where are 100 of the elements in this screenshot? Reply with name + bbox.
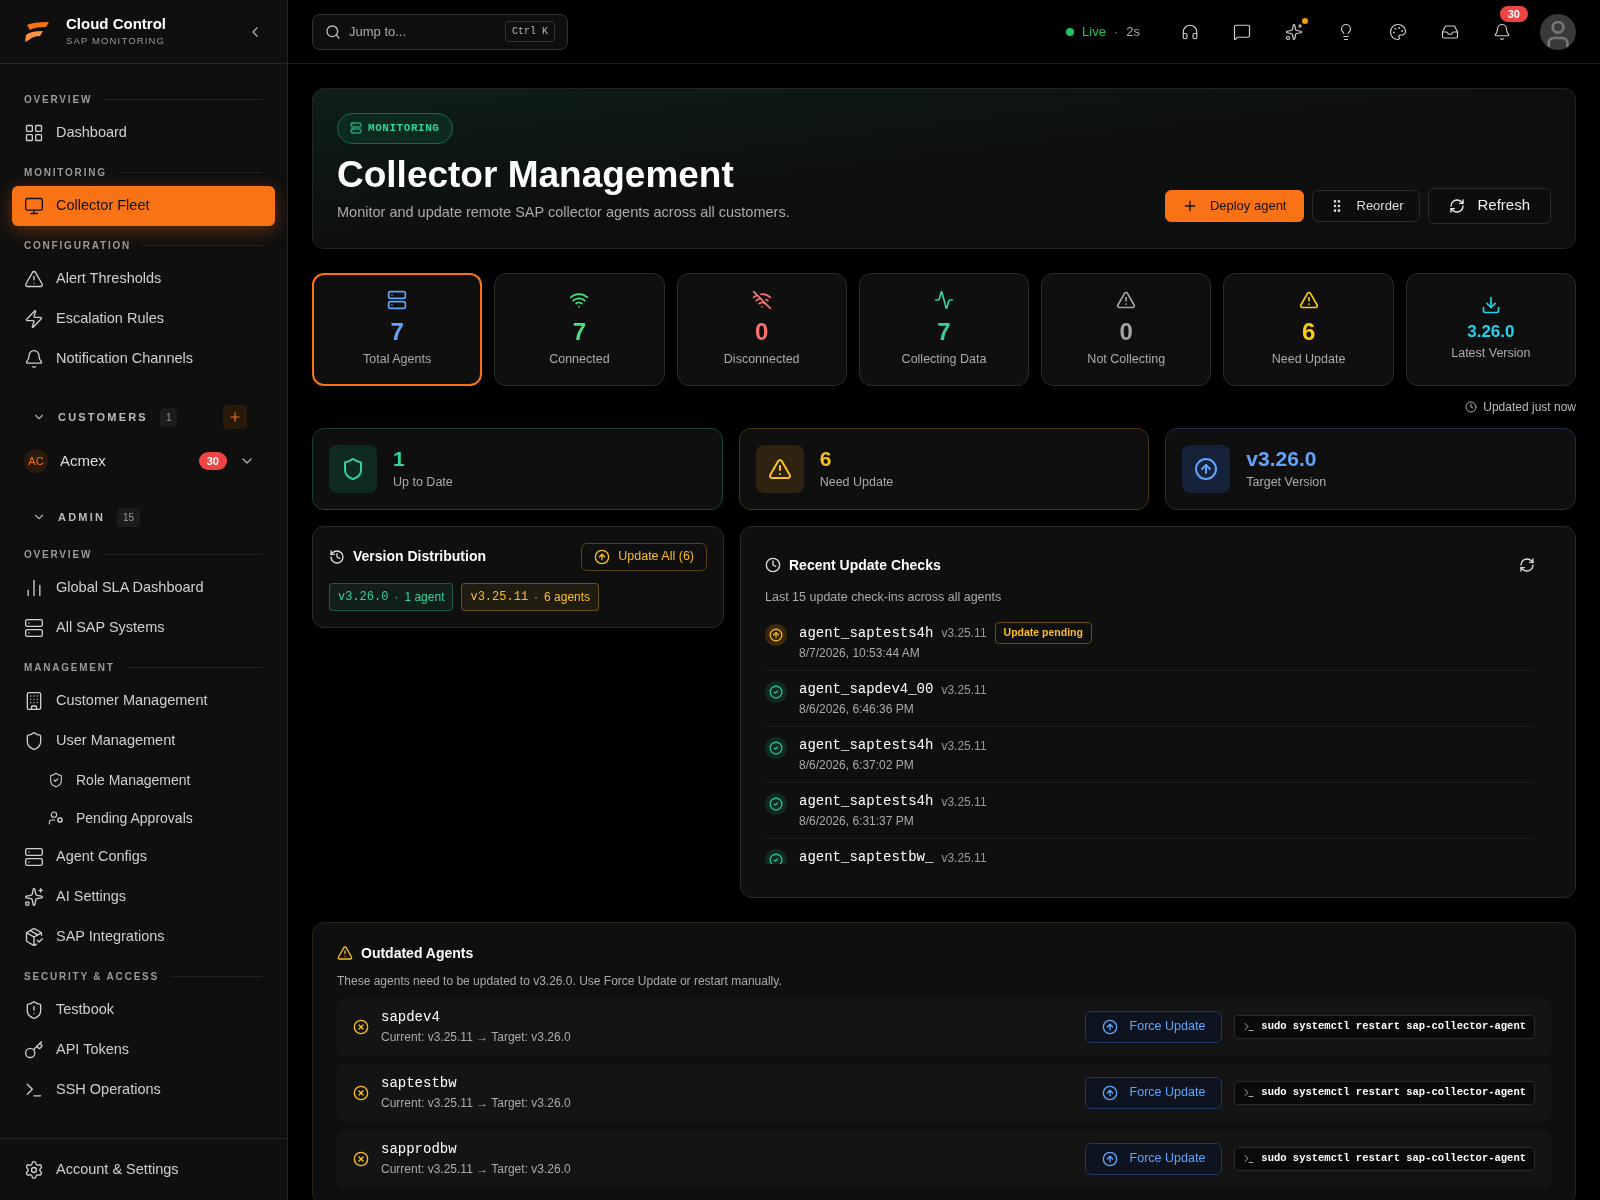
customer-item[interactable]: AC Acmex 30 (0, 439, 287, 483)
check-time: 8/7/2026, 10:53:44 AM (799, 645, 921, 662)
command-snippet: sudo systemctl restart sap-collector-agent (1234, 1014, 1535, 1039)
command-snippet: sudo systemctl restart sap-collector-agent (1234, 1146, 1535, 1171)
building-icon (24, 691, 44, 711)
add-button[interactable] (223, 405, 247, 429)
agent-name: sapdev4 (381, 1008, 441, 1027)
group-label: ADMIN (58, 509, 106, 525)
nav-item[interactable]: SSH Operations (12, 1070, 275, 1110)
section-label: CONFIGURATION (24, 239, 132, 253)
agent-version: v3.25.11 (941, 849, 987, 865)
refresh-icon (1449, 197, 1466, 214)
summary-value: 6 (819, 446, 833, 473)
force-update-button[interactable]: Force Update (1084, 1076, 1223, 1109)
stat-card[interactable]: 7 Collecting Data (858, 272, 1030, 386)
refresh-button[interactable]: Refresh (1428, 187, 1551, 224)
user-avatar[interactable] (1540, 13, 1576, 50)
deploy-button[interactable]: Deploy agent (1164, 189, 1304, 222)
stat-card[interactable]: 7 Total Agents (312, 272, 483, 386)
wifi-off-icon (751, 289, 772, 310)
avatar-initials: AC (24, 449, 48, 473)
section-label: MONITORING (24, 166, 107, 180)
error-icon (353, 1018, 369, 1035)
settings-icon (24, 1159, 44, 1180)
stat-value: 3.26.0 (1467, 320, 1515, 343)
stat-card[interactable]: 7 Connected (494, 272, 665, 386)
version-detail: Current: v3.25.11 → Target: v3.26.0 (381, 1161, 572, 1178)
arrow-up-circle-icon (594, 548, 611, 565)
settings-link[interactable]: Account & Settings (12, 1158, 191, 1181)
page-subtitle: Monitor and update remote SAP collector agents across all customers. (337, 202, 791, 222)
stat-card[interactable]: 0 Disconnected (676, 272, 847, 386)
stat-label: Need Update (1271, 350, 1346, 368)
count-badge: 15 (117, 507, 141, 527)
nav-item[interactable]: Testbook (12, 990, 275, 1030)
force-update-button[interactable]: Force Update (1084, 1010, 1223, 1043)
card-subtitle: These agents need to be updated to v3.26.0. Use Force Update or restart manually. (337, 972, 783, 990)
reorder-button[interactable]: Reorder (1311, 189, 1421, 222)
update-all-button[interactable]: Update All (6) (581, 542, 707, 571)
agent-version: v3.25.11 (941, 625, 987, 643)
server-icon (387, 289, 408, 310)
warning-icon (1298, 289, 1319, 310)
force-update-button[interactable]: Force Update (1084, 1142, 1223, 1175)
arrow-up-circle-icon (1101, 1084, 1118, 1101)
nav-item[interactable]: Role Management (12, 761, 275, 799)
agent-name: agent_saptests4h (799, 623, 934, 643)
nav-item[interactable]: SAP Integrations (12, 917, 275, 957)
shield-icon (24, 731, 44, 751)
stat-card[interactable]: 3.26.0 Latest Version (1405, 272, 1576, 386)
nav-item[interactable]: Pending Approvals (12, 799, 275, 837)
stat-card[interactable]: 0 Not Collecting (1041, 272, 1212, 386)
stat-value: 7 (390, 316, 404, 347)
sparkles-icon (1285, 22, 1303, 41)
headphones-icon (1181, 22, 1199, 41)
card-title: Recent Update Checks (789, 555, 942, 575)
section-badge: MONITORING (337, 113, 453, 144)
nav-item[interactable]: Alert Thresholds (12, 259, 275, 299)
error-icon (353, 1150, 369, 1167)
search-input[interactable]: Jump to... (349, 21, 497, 42)
arrow-up-circle-icon (1101, 1018, 1118, 1035)
stat-label: Disconnected (723, 350, 800, 368)
clock-icon (1465, 400, 1478, 413)
agent-version: v3.25.11 (941, 793, 987, 811)
refresh-icon[interactable] (1519, 557, 1535, 573)
updated-label: Updated just now (1483, 398, 1576, 416)
nav-item[interactable]: Notification Channels (12, 339, 275, 379)
stat-label: Collecting Data (901, 350, 987, 368)
nav-item[interactable]: Agent Configs (12, 837, 275, 877)
stat-value: 0 (755, 316, 769, 347)
shield-icon (341, 456, 365, 481)
grid-icon (24, 123, 44, 143)
nav-item[interactable]: All SAP Systems (12, 608, 275, 648)
version-detail: Current: v3.25.11 → Target: v3.26.0 (381, 1029, 572, 1046)
summary-value: 1 (393, 446, 406, 473)
brand-subtitle: SAP MONITORING (66, 34, 166, 49)
terminal-icon (1243, 1086, 1256, 1099)
status-badge: Update pending (994, 622, 1092, 644)
bell-icon (24, 349, 44, 369)
agent-name: agent_sapdev4_00 (799, 680, 934, 699)
shield-alert-icon (24, 1000, 44, 1020)
warning-icon (24, 269, 44, 289)
page-title: Collector Management (337, 152, 735, 197)
search-box[interactable]: Jump to... Ctrl K (312, 13, 568, 50)
nav-item[interactable]: Collector Fleet (12, 186, 275, 226)
nav-item[interactable]: Dashboard (12, 113, 275, 153)
shortcut-hint: Ctrl K (505, 21, 555, 42)
bell-icon (1493, 22, 1511, 41)
stat-value: 7 (572, 316, 587, 347)
nav-item[interactable]: Global SLA Dashboard (12, 568, 275, 608)
warning-icon (337, 945, 353, 961)
stat-value: 6 (1301, 316, 1316, 347)
nav-item[interactable]: AI Settings (12, 877, 275, 917)
stat-label: Connected (549, 350, 610, 368)
package-icon (24, 927, 44, 947)
stat-card[interactable]: 6 Need Update (1223, 272, 1394, 386)
nav-item[interactable]: Customer Management (12, 681, 275, 721)
nav-item[interactable]: Escalation Rules (12, 299, 275, 339)
nav-item[interactable]: API Tokens (12, 1030, 275, 1070)
nav-item[interactable]: User Management (12, 721, 275, 761)
agent-name: agent_saptests4h (799, 792, 934, 811)
shield-check-icon (48, 772, 64, 788)
